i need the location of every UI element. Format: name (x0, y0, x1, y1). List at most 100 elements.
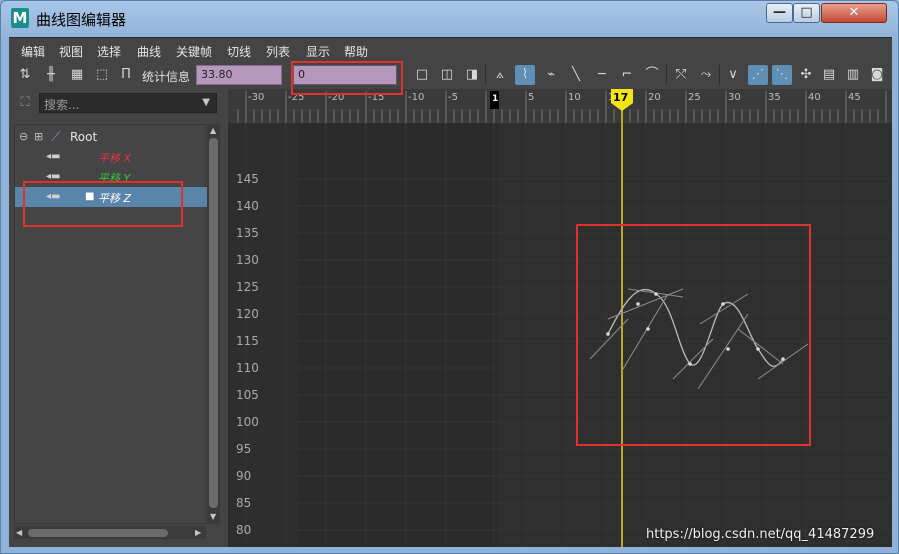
watermark-text: https://blog.csdn.net/qq_41487299 (646, 527, 875, 542)
close-button[interactable]: ✕ (821, 3, 887, 23)
menu-tangents[interactable]: 切线 (227, 43, 251, 60)
center-current-time-icon[interactable]: ◨ (462, 65, 482, 85)
auto-tangent-icon[interactable]: ⟑ (490, 65, 510, 85)
stats-label: 统计信息 (142, 70, 191, 84)
channel-label-translate-z: 平移 Z (98, 192, 132, 205)
playback-range-background (498, 123, 892, 547)
frame-all-icon[interactable]: □ (412, 65, 432, 85)
toolbar-separator (666, 65, 667, 85)
menu-curves[interactable]: 曲线 (137, 43, 161, 60)
scroll-down-icon[interactable]: ▼ (210, 512, 216, 522)
scroll-left-icon[interactable]: ◀ (16, 528, 22, 538)
frame-tick-label: 30 (728, 92, 741, 103)
menu-help[interactable]: 帮助 (344, 43, 368, 60)
menu-view[interactable]: 视图 (59, 43, 83, 60)
scroll-up-icon[interactable]: ▲ (210, 126, 216, 136)
insert-key-tool-icon[interactable]: ╫ (41, 65, 61, 85)
filter-icon[interactable]: ⛶ (17, 95, 33, 111)
frame-tick-label: -10 (408, 92, 424, 103)
expand-icon[interactable]: ⊞ (34, 130, 43, 143)
curve-editor-window: M 曲线图编辑器 — □ ✕ 编辑 视图 选择 曲线 关键帧 切线 列表 显示 … (0, 0, 899, 554)
root-node-icon: ⟋ (51, 130, 61, 145)
step-tangent-icon[interactable]: ⌐ (617, 65, 637, 85)
buffer-curve-snapshot-icon[interactable]: ⤲ (671, 65, 691, 85)
clamped-tangent-icon[interactable]: ⌁ (541, 65, 561, 85)
curve-key (726, 347, 730, 351)
frame-tick-label: 25 (688, 92, 701, 103)
move-key-tool-icon[interactable]: ⇅ (15, 65, 35, 85)
curve-key (654, 292, 658, 296)
value-tick-label: 100 (236, 415, 259, 429)
outliner-vertical-scrollbar[interactable]: ▲ ▼ (207, 124, 220, 524)
menu-bar: 编辑 视图 选择 曲线 关键帧 切线 列表 显示 帮助 (9, 37, 892, 61)
minimize-button[interactable]: — (766, 3, 793, 23)
window-title: 曲线图编辑器 (36, 11, 127, 29)
channel-row-translate-y[interactable]: ◂▬ 平移 Y (15, 167, 207, 187)
linear-tangent-icon[interactable]: ╲ (566, 65, 586, 85)
free-tangent-weight-icon[interactable]: ⋱ (772, 65, 792, 85)
current-frame-label: 17 (613, 91, 628, 104)
title-bar[interactable]: M 曲线图编辑器 — □ ✕ (1, 1, 899, 35)
retime-tool-icon[interactable]: Π (116, 65, 136, 85)
stats-value-field[interactable]: 0 (293, 65, 397, 85)
tree-root-row[interactable]: ⊖ ⊞ ⟋ Root (15, 127, 207, 147)
channel-plug-icon: ◂▬ (46, 151, 61, 162)
unify-tangents-icon[interactable]: ⋰ (748, 65, 768, 85)
menu-select[interactable]: 选择 (97, 43, 121, 60)
value-tick-label: 125 (236, 280, 259, 294)
time-editor-icon[interactable]: ◙ (867, 65, 887, 85)
value-tick-label: 145 (236, 172, 259, 186)
menu-keys[interactable]: 关键帧 (176, 43, 212, 60)
start-frame-label: 1 (492, 94, 498, 104)
outliner-horizontal-scrollbar[interactable]: ◀ ▶ (14, 526, 206, 539)
value-tick-label: 110 (236, 361, 259, 375)
chevron-down-icon[interactable]: ▼ (202, 97, 210, 108)
value-tick-label: 105 (236, 388, 259, 402)
channel-plug-icon: ◂▬ (46, 171, 61, 182)
stats-time-field[interactable]: 33.80 (196, 65, 282, 85)
curve-key (646, 327, 650, 331)
selected-square-icon: ■ (85, 191, 95, 202)
value-tick-label: 120 (236, 307, 259, 321)
lock-tangent-weight-icon[interactable]: ✣ (796, 65, 816, 85)
value-tick-label: 130 (236, 253, 259, 267)
scroll-right-icon[interactable]: ▶ (195, 528, 201, 538)
trax-editor-icon[interactable]: ▥ (843, 65, 863, 85)
toolbar: ⇅ ╫ ▦ ⬚ Π 统计信息 33.80 0 □ ◫ ◨ ⟑ ⌇ ⌁ ╲ ─ ⌐… (9, 61, 892, 89)
channel-outliner: ⛶ 搜索... ▼ ⊖ ⊞ ⟋ Root ◂▬ 平移 X ◂▬ 平移 Y ◂▬ … (9, 89, 222, 547)
vertical-scroll-thumb[interactable] (209, 138, 218, 508)
curve-key (781, 357, 785, 361)
minimize-icon: — (773, 5, 786, 20)
channel-row-translate-z[interactable]: ◂▬ ■ 平移 Z (15, 187, 207, 207)
menu-show[interactable]: 显示 (306, 43, 330, 60)
frame-tick-label: -20 (328, 92, 344, 103)
break-tangents-icon[interactable]: ∨ (723, 65, 743, 85)
curve-key (688, 362, 692, 366)
frame-tick-label: 5 (528, 92, 534, 103)
maximize-button[interactable]: □ (793, 3, 820, 23)
value-tick-label: 140 (236, 199, 259, 213)
region-tool-icon[interactable]: ⬚ (92, 65, 112, 85)
swap-buffer-curve-icon[interactable]: ⤳ (696, 65, 716, 85)
value-tick-label: 135 (236, 226, 259, 240)
channel-row-translate-x[interactable]: ◂▬ 平移 X (15, 147, 207, 167)
value-tick-label: 85 (236, 496, 251, 510)
menu-edit[interactable]: 编辑 (21, 43, 45, 60)
horizontal-scroll-thumb[interactable] (28, 529, 168, 537)
curve-key (721, 302, 725, 306)
spline-tangent-icon[interactable]: ⌇ (515, 65, 535, 85)
frame-playback-icon[interactable]: ◫ (437, 65, 457, 85)
graph-canvas[interactable]: -30-25-20-15-10-551015202530354045114514… (228, 89, 892, 547)
lattice-deform-icon[interactable]: ▦ (67, 65, 87, 85)
toolbar-separator (485, 65, 486, 85)
dope-sheet-icon[interactable]: ▤ (819, 65, 839, 85)
collapse-icon[interactable]: ⊖ (19, 130, 28, 143)
menu-list[interactable]: 列表 (266, 43, 290, 60)
curve-key (756, 347, 760, 351)
graph-view[interactable]: -30-25-20-15-10-551015202530354045114514… (228, 89, 892, 547)
search-input[interactable]: 搜索... ▼ (39, 93, 217, 113)
plateau-tangent-icon[interactable]: ⌒ (642, 65, 662, 85)
channel-plug-icon: ◂▬ (46, 191, 61, 202)
flat-tangent-icon[interactable]: ─ (592, 65, 612, 85)
root-label: Root (70, 130, 98, 144)
